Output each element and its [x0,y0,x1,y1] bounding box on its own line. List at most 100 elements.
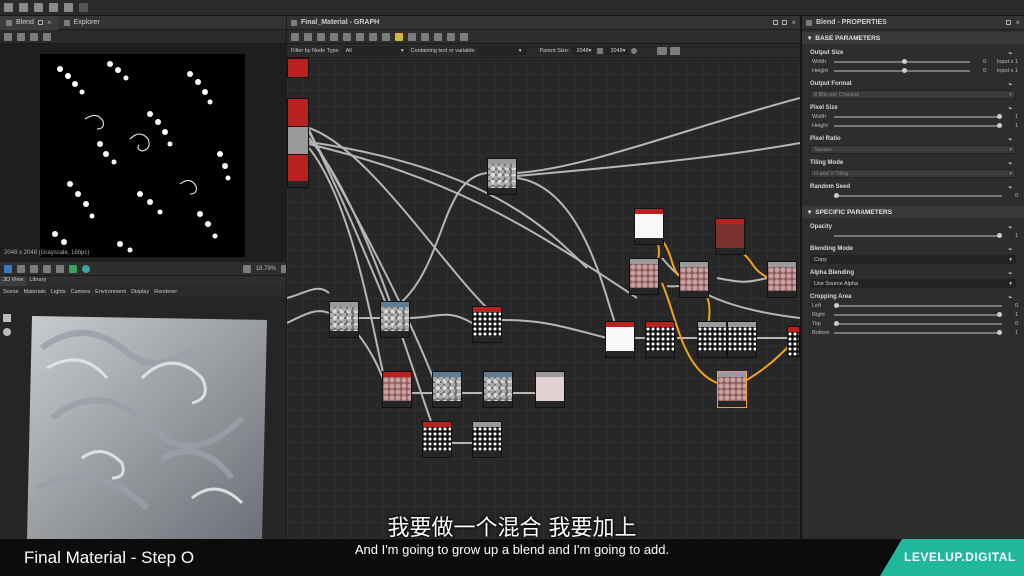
crop-bottom-slider[interactable] [834,329,1002,335]
graph-node[interactable] [472,421,502,458]
parent-size-height[interactable]: 2048 ▾ [606,46,629,55]
properties-close-icon[interactable]: × [1015,18,1020,27]
graph-node[interactable] [380,301,410,338]
tab-blend[interactable]: Blend × [0,15,58,30]
graph-node[interactable] [472,306,502,343]
graph-node[interactable] [629,258,659,295]
pixel-ratio-select[interactable]: Square ▾ [810,145,1016,154]
copy-icon[interactable] [17,32,25,41]
pixel-width-slider[interactable] [834,113,1002,119]
random-seed-slider[interactable] [834,192,1002,198]
menu-camera[interactable]: Camera [71,289,91,295]
save-icon[interactable] [34,3,43,12]
new-file-icon[interactable] [4,3,13,12]
crop-top-slider[interactable] [834,320,1002,326]
frame-icon[interactable] [304,32,312,41]
graph-maximize-icon[interactable] [782,20,788,25]
layout-icon[interactable] [408,32,416,41]
camera-icon[interactable] [69,264,77,273]
containing-input[interactable]: ▾ [477,46,526,55]
reset-icon[interactable] [631,47,638,54]
settings-icon[interactable] [30,32,38,41]
layers-icon[interactable] [4,264,12,273]
camera-icon[interactable] [317,32,325,41]
link-icon[interactable]: ⌁ [1008,50,1012,57]
info-icon[interactable] [56,264,64,273]
graph-node[interactable] [432,371,462,408]
toggle-b-icon[interactable] [670,46,681,55]
output-format-select[interactable]: 8 Bits per Channel ▾ [810,90,1016,99]
graph-close-icon[interactable]: × [791,18,796,27]
properties-pin-icon[interactable] [1006,20,1012,25]
base-parameters-section[interactable]: ▾ BASE PARAMETERS [802,32,1024,44]
display-icon[interactable] [17,264,25,273]
light-bulb-icon[interactable] [3,328,11,336]
graph-node[interactable] [287,58,309,78]
refresh-icon[interactable] [434,32,442,41]
menu-display[interactable]: Display [131,289,149,295]
link-icon[interactable]: ⌁ [1008,105,1012,112]
output-width-slider[interactable] [834,58,970,64]
graph-node[interactable] [679,261,709,298]
blending-mode-select[interactable]: Copy ▾ [810,255,1016,264]
link-icon[interactable]: ⌁ [1008,224,1012,231]
tools-icon[interactable] [447,32,455,41]
grid-icon[interactable] [30,264,38,273]
graph-node[interactable] [767,261,797,298]
link-icon[interactable]: ⌁ [1008,136,1012,143]
snap-icon[interactable] [421,32,429,41]
pin-icon[interactable] [37,20,43,25]
graph-node[interactable] [715,218,745,255]
undo-icon[interactable] [64,3,73,12]
tab-library[interactable]: Library [26,276,49,286]
graph-pin-icon[interactable] [773,20,779,25]
align-icon[interactable] [343,32,351,41]
add-node-icon[interactable] [291,32,299,41]
toggle-a-icon[interactable] [657,46,668,55]
material-icon[interactable] [82,264,90,273]
link-icon[interactable] [597,47,604,54]
env-icon[interactable] [43,264,51,273]
texture-preview[interactable] [40,54,245,257]
crop-left-slider[interactable] [834,302,1002,308]
filter-select[interactable]: All ▾ [341,46,408,55]
graph-node[interactable] [422,421,452,458]
graph-node[interactable] [287,98,309,129]
crop-right-slider[interactable] [834,311,1002,317]
tab-3d-view[interactable]: 3D View [0,276,27,286]
menu-environment[interactable]: Environment [95,289,126,295]
save-all-icon[interactable] [49,3,58,12]
opacity-slider[interactable] [834,232,1002,238]
graph-canvas[interactable] [287,58,800,539]
link-icon[interactable]: ⌁ [1008,160,1012,167]
connect-icon[interactable] [369,32,377,41]
graph-node[interactable] [535,371,565,408]
output-height-slider[interactable] [834,67,970,73]
graph-node[interactable] [605,321,635,358]
graph-node[interactable] [697,321,727,358]
3d-mesh-preview[interactable] [22,308,272,539]
pixel-height-slider[interactable] [834,122,1002,128]
search-icon[interactable] [356,32,364,41]
menu-renderer[interactable]: Renderer [154,289,177,295]
tiling-mode-select[interactable]: H and V Tiling ▾ [810,169,1016,178]
graph-node[interactable] [645,321,675,358]
graph-node[interactable] [727,321,757,358]
alpha-blending-select[interactable]: Use Source Alpha ▾ [810,279,1016,288]
menu-scene[interactable]: Scene [3,289,19,295]
graph-node-selected[interactable] [717,371,747,408]
save-image-icon[interactable] [4,32,12,41]
link-icon[interactable]: ⌁ [1008,81,1012,88]
link-icon[interactable]: ⌁ [1008,270,1012,277]
link-icon[interactable]: ⌁ [1008,246,1012,253]
open-file-icon[interactable] [19,3,28,12]
menu-lights[interactable]: Lights [51,289,66,295]
python-icon[interactable] [395,32,403,41]
redo-icon[interactable] [79,3,88,12]
lock-icon[interactable] [281,264,286,273]
graph-node[interactable] [287,126,309,156]
collapse-icon[interactable] [382,32,390,41]
info-icon[interactable] [330,32,338,41]
link-icon[interactable]: ⌁ [1008,184,1012,191]
parent-size-width[interactable]: 2048 ▾ [572,46,595,55]
